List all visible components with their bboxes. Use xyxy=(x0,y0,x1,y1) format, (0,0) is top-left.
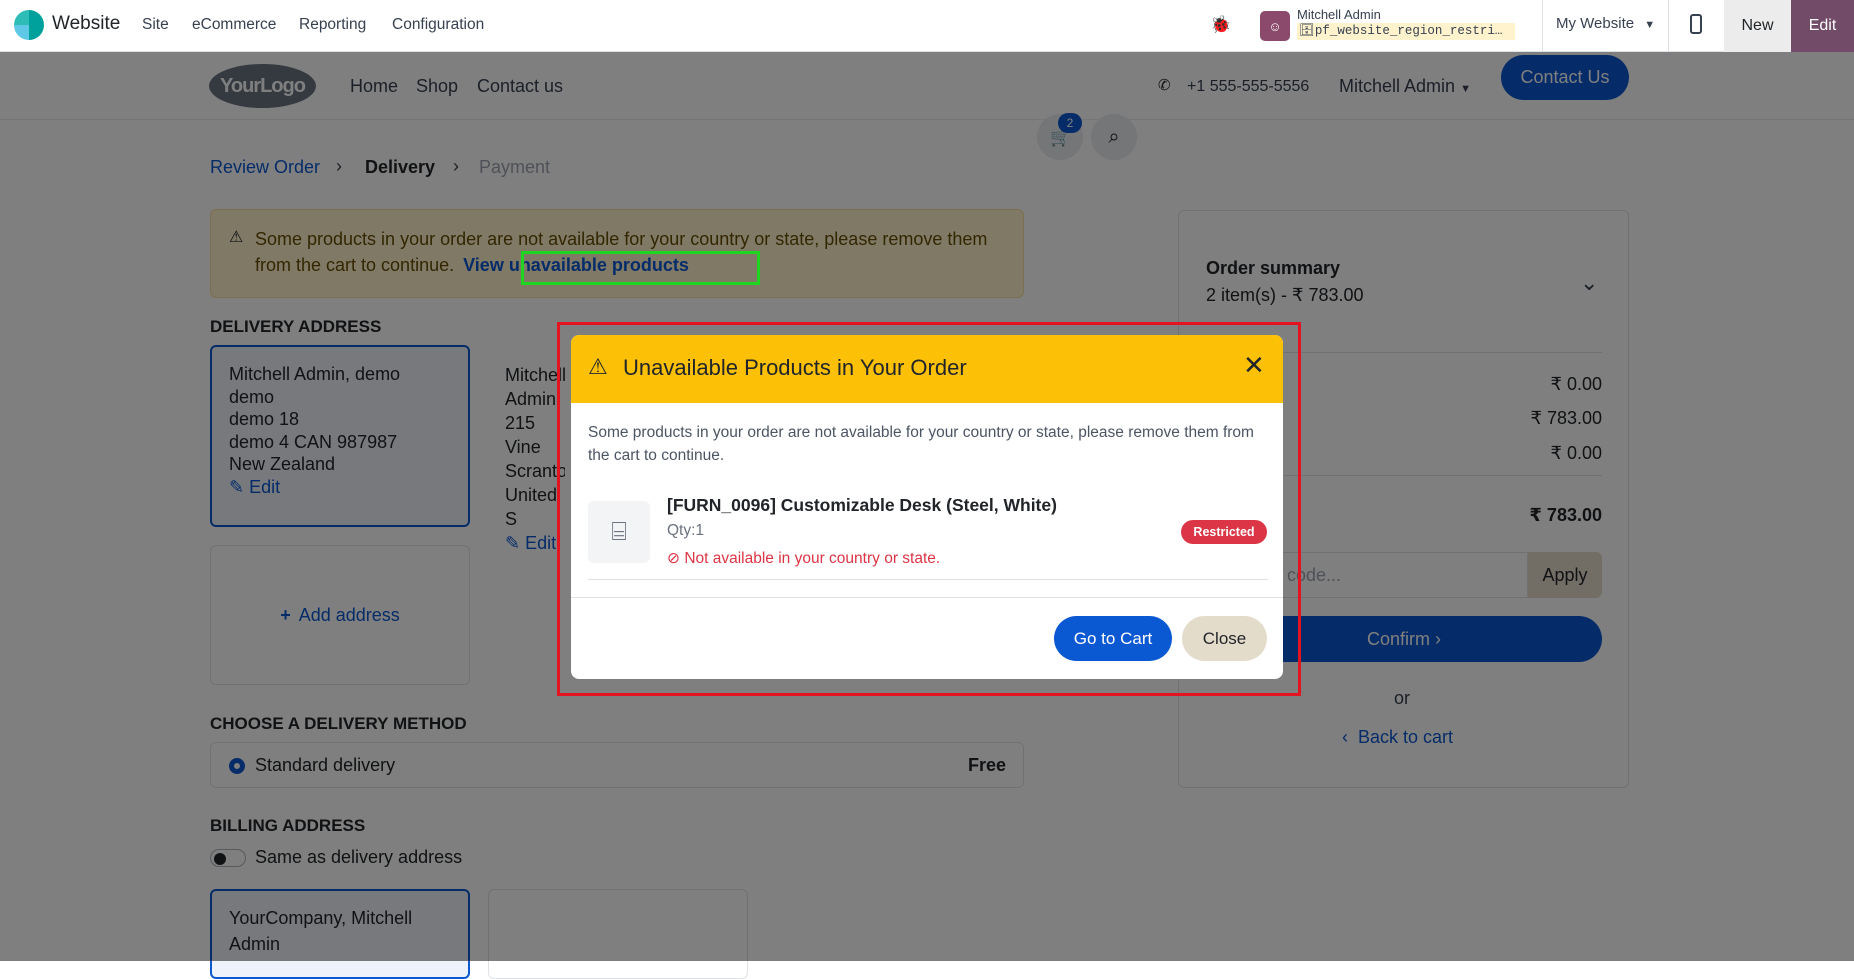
menu-ecommerce[interactable]: eCommerce xyxy=(192,16,276,34)
user-name[interactable]: Mitchell Admin xyxy=(1297,7,1381,22)
modal-footer-divider xyxy=(571,597,1283,598)
mobile-preview-icon[interactable] xyxy=(1690,14,1702,34)
divider xyxy=(1668,0,1669,52)
new-button[interactable]: New xyxy=(1724,0,1791,52)
ban-icon: ⊘ xyxy=(667,550,680,567)
debug-bug-icon[interactable]: 🐞 xyxy=(1210,15,1231,35)
user-avatar[interactable]: ☺ xyxy=(1260,11,1290,41)
website-selector[interactable]: My Website ▼ xyxy=(1556,15,1655,32)
odoo-topbar: Website Site eCommerce Reporting Configu… xyxy=(0,0,1854,52)
menu-reporting[interactable]: Reporting xyxy=(299,16,366,34)
website-selector-label: My Website xyxy=(1556,15,1635,32)
menu-configuration[interactable]: Configuration xyxy=(392,16,484,34)
edit-button[interactable]: Edit xyxy=(1791,0,1854,52)
go-to-cart-button[interactable]: Go to Cart xyxy=(1054,616,1172,661)
close-button[interactable]: Close xyxy=(1182,616,1267,661)
product-qty: Qty:1 xyxy=(667,522,705,539)
modal-message: Some products in your order are not avai… xyxy=(588,424,1254,464)
warning-icon: ⚠ xyxy=(588,354,608,379)
caret-down-icon: ▼ xyxy=(1644,19,1656,31)
database-name-text: pf_website_region_restri… xyxy=(1314,24,1503,38)
product-name: [FURN_0096] Customizable Desk (Steel, Wh… xyxy=(667,495,1057,515)
product-error-text: Not available in your country or state. xyxy=(684,550,941,567)
product-error: ⊘ Not available in your country or state… xyxy=(667,549,940,568)
menu-site[interactable]: Site xyxy=(142,16,169,34)
divider xyxy=(1542,0,1543,52)
product-image: ⌸ xyxy=(588,501,650,563)
database-icon: 🗄 xyxy=(1299,24,1315,38)
restricted-badge: Restricted xyxy=(1181,520,1267,544)
highlight-link-box xyxy=(521,251,760,285)
app-name[interactable]: Website xyxy=(52,13,120,35)
close-icon[interactable]: ✕ xyxy=(1243,352,1265,378)
modal-title: Unavailable Products in Your Order xyxy=(623,355,967,380)
unavailable-products-modal: ⚠ Unavailable Products in Your Order ✕ S… xyxy=(571,335,1283,679)
database-name[interactable]: 🗄pf_website_region_restri… xyxy=(1297,23,1515,40)
odoo-app-icon[interactable] xyxy=(14,10,44,40)
divider xyxy=(588,579,1268,580)
